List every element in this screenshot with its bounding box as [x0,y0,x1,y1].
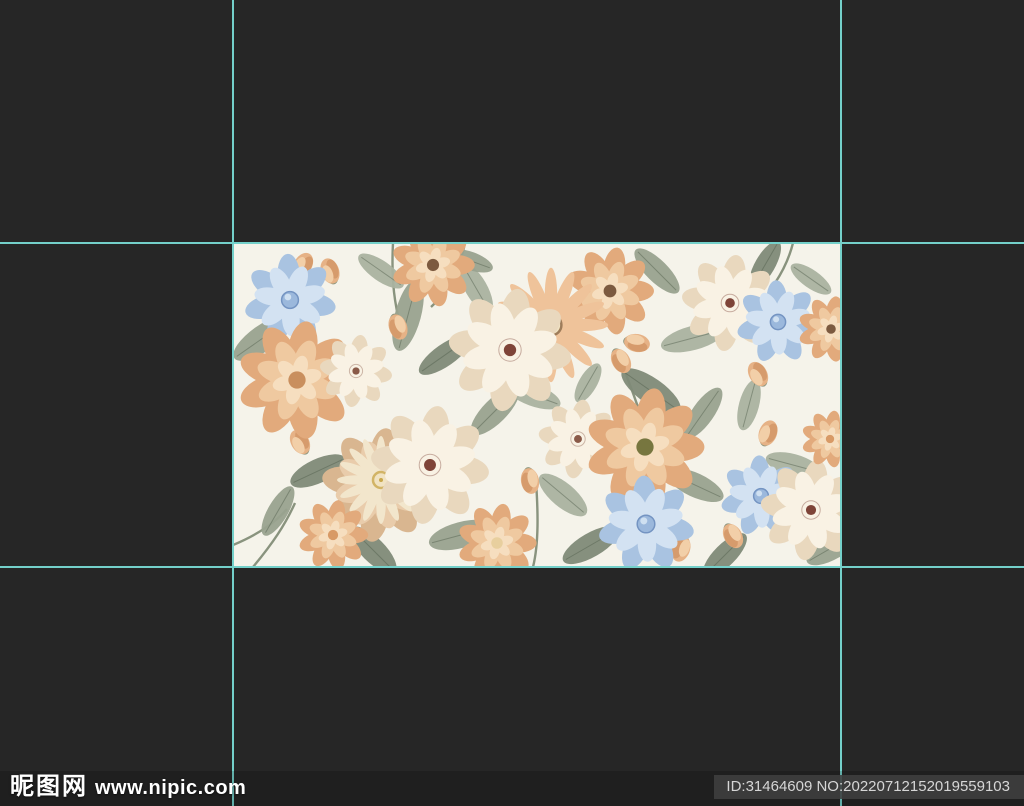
guide-horizontal[interactable] [0,566,1024,568]
watermark: 昵图网 www.nipic.com [10,766,246,801]
canvas-pasteboard: 昵图网 www.nipic.com ID:31464609 NO:2022071… [0,0,1024,806]
watermark-url: www.nipic.com [95,777,246,800]
floral-pattern-artwork [233,243,841,567]
floral-pattern-image[interactable] [233,243,841,567]
watermark-site-name: 昵图网 [10,766,88,801]
guide-vertical[interactable] [232,0,234,806]
image-id-label: ID:31464609 NO:20220712152019559103 [714,775,1024,799]
guide-horizontal[interactable] [0,242,1024,244]
image-id-text: ID:31464609 NO:20220712152019559103 [726,778,1010,795]
guide-vertical[interactable] [840,0,842,806]
